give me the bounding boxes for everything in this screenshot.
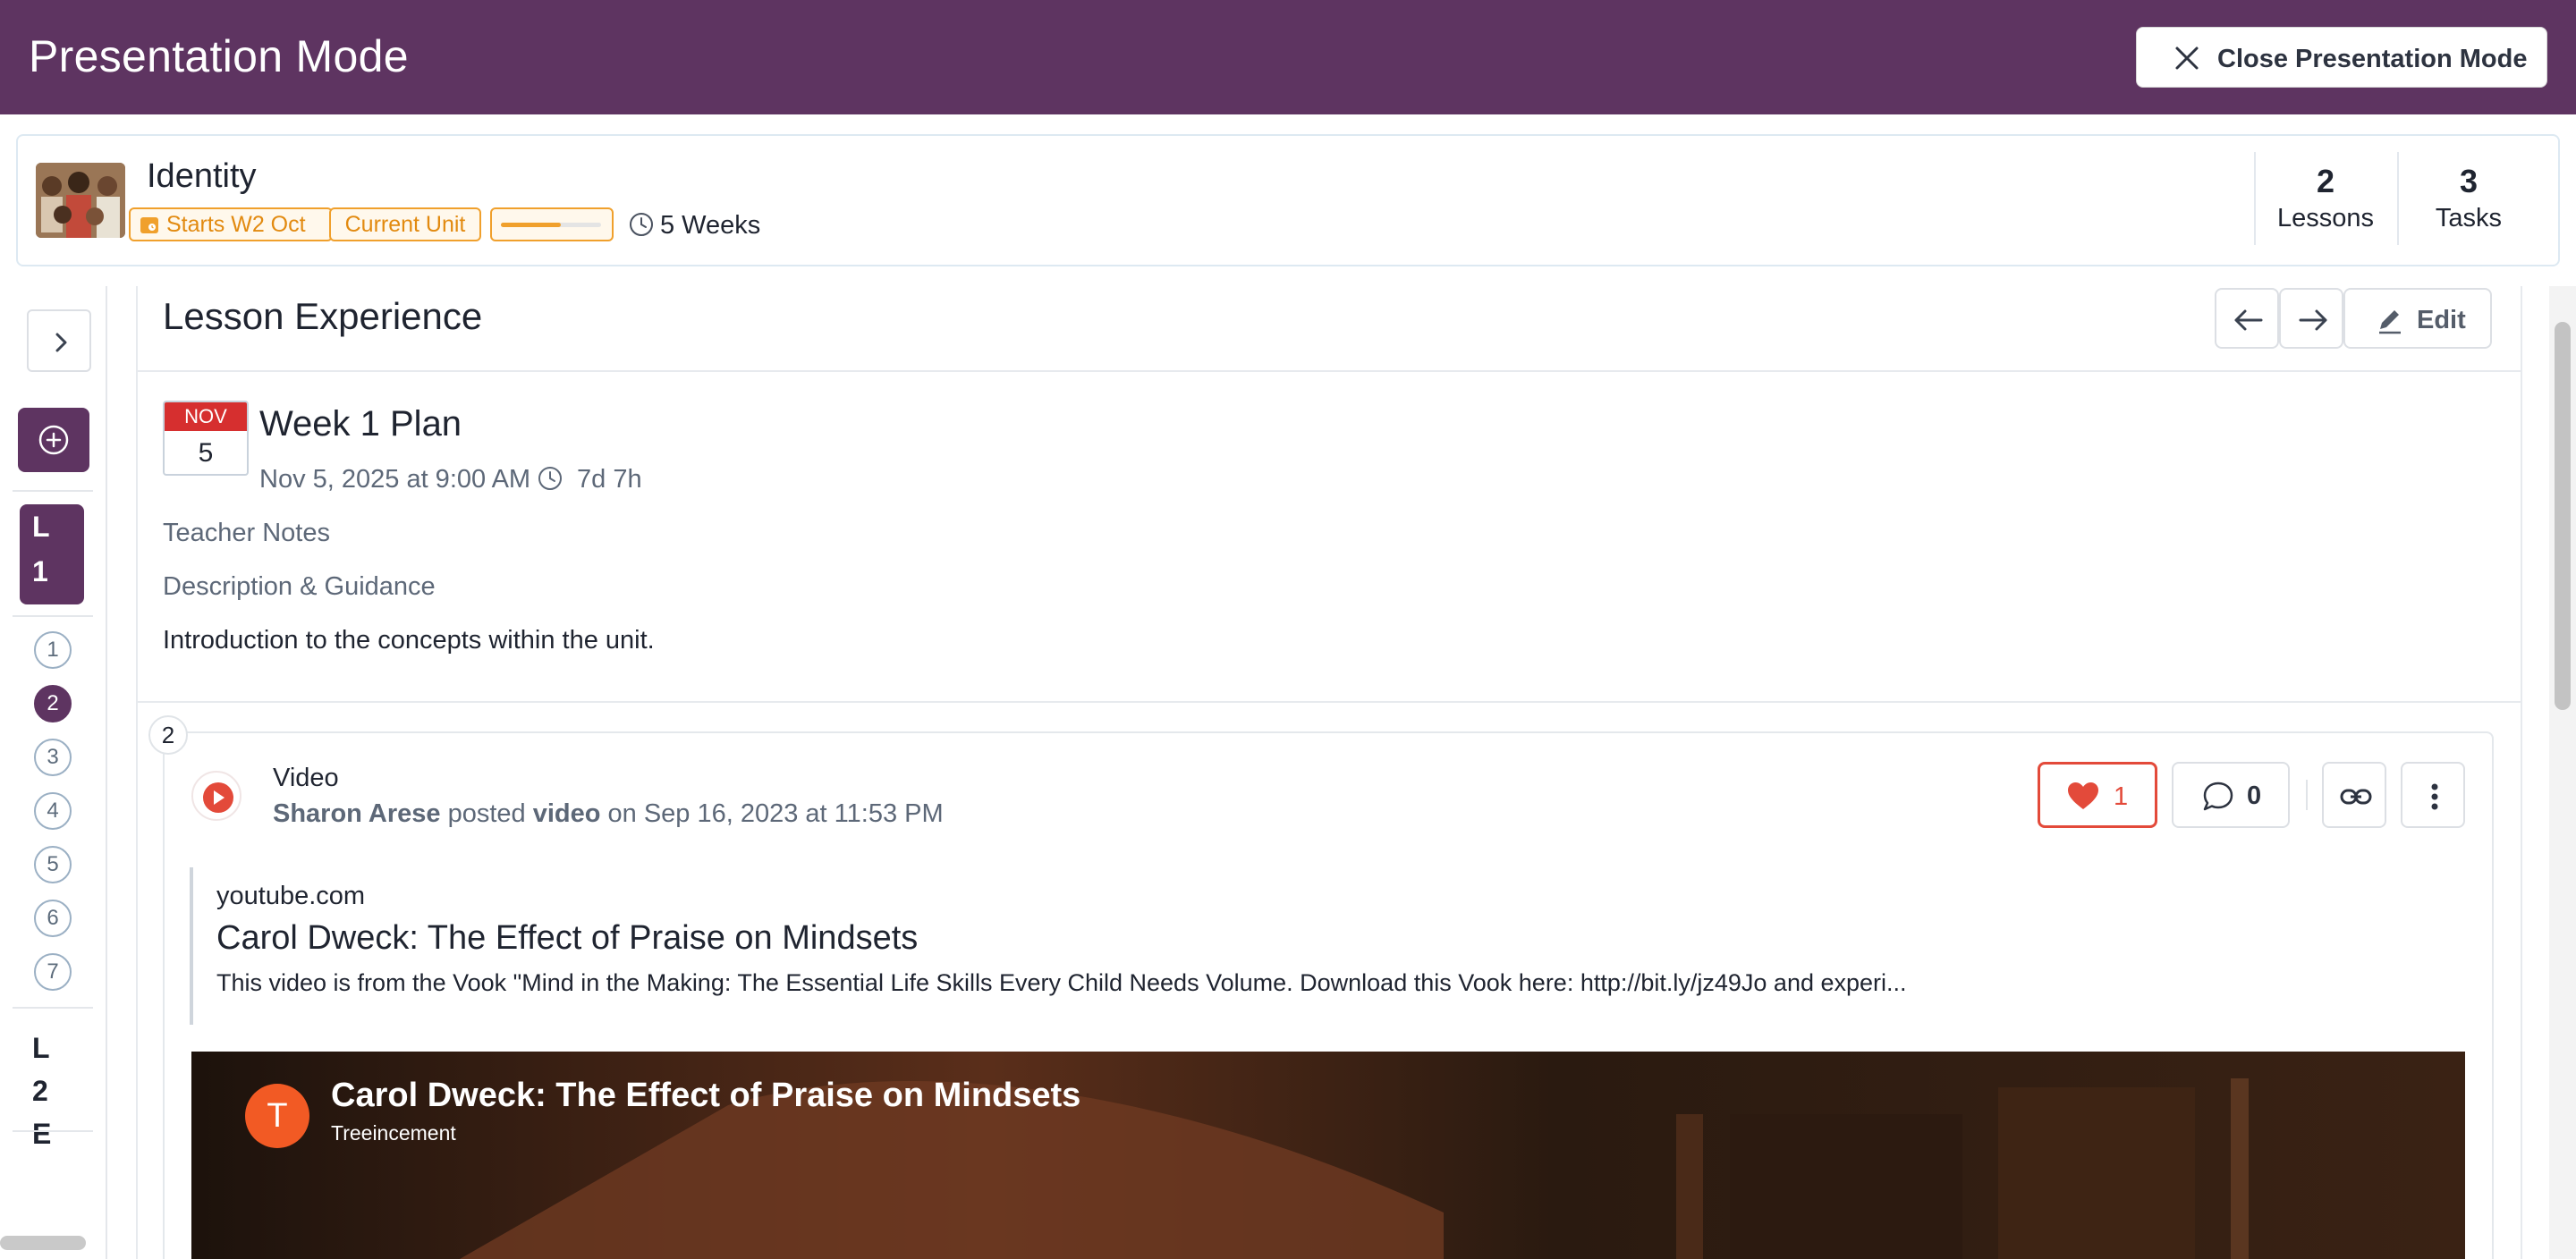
plan-duration: 7d 7h: [577, 465, 642, 494]
edit-label: Edit: [2417, 306, 2466, 334]
rail-divider: [13, 1007, 93, 1009]
current-unit-label: Current Unit: [344, 211, 466, 237]
starts-chip: Starts W2 Oct: [129, 207, 333, 241]
lesson-step-2[interactable]: 2: [34, 685, 72, 722]
rail-divider: [13, 1130, 93, 1132]
unit-progress: [490, 207, 614, 241]
lesson-step-4[interactable]: 4: [34, 792, 72, 830]
lesson-step-7[interactable]: 7: [34, 953, 72, 991]
link-title[interactable]: Carol Dweck: The Effect of Praise on Min…: [216, 919, 918, 958]
section-title: Lesson Experience: [163, 295, 483, 337]
close-icon: [2175, 46, 2199, 70]
expand-rail-button[interactable]: [27, 309, 91, 372]
like-button[interactable]: 1: [2038, 762, 2157, 828]
like-count: 1: [2114, 782, 2129, 811]
stat-divider: [2254, 152, 2256, 245]
link-icon: [2340, 789, 2372, 805]
rail-horizontal-scrollbar[interactable]: [0, 1236, 86, 1250]
previous-button[interactable]: [2215, 288, 2279, 349]
tasks-label: Tasks: [2435, 204, 2503, 232]
lesson-step-3[interactable]: 3: [34, 739, 72, 776]
lesson-step-5[interactable]: 5: [34, 846, 72, 883]
progress-track: [501, 223, 601, 227]
lesson-step-1[interactable]: 1: [34, 631, 72, 669]
more-options-button[interactable]: [2401, 762, 2465, 828]
video-post-icon: [191, 771, 242, 821]
post-verb: posted: [447, 799, 526, 828]
section-divider: [136, 701, 2522, 703]
description-label[interactable]: Description & Guidance: [163, 572, 436, 602]
tasks-count: 3: [2459, 163, 2479, 199]
close-presentation-button[interactable]: Close Presentation Mode: [2136, 27, 2547, 88]
starts-chip-label: Starts W2 Oct: [166, 211, 306, 237]
heart-icon: [2068, 782, 2098, 809]
lesson-intro-text: Introduction to the concepts within the …: [163, 626, 655, 655]
unit-thumbnail: [36, 163, 125, 238]
next-button[interactable]: [2279, 288, 2343, 349]
post-object: video: [532, 799, 601, 828]
chevron-right-icon: [55, 333, 67, 352]
progress-fill: [501, 223, 562, 227]
section-divider: [136, 370, 2522, 372]
unit-duration: 5 Weeks: [660, 211, 761, 240]
edit-button[interactable]: Edit: [2343, 288, 2492, 349]
date-day: 5: [198, 438, 214, 468]
lesson-step-6[interactable]: 6: [34, 900, 72, 937]
comment-count: 0: [2247, 782, 2262, 810]
rail-divider: [13, 615, 93, 617]
channel-avatar[interactable]: T: [245, 1084, 309, 1148]
action-divider: [2306, 780, 2308, 810]
post-author[interactable]: Sharon Arese: [273, 799, 441, 828]
unit-title: Identity: [147, 157, 257, 195]
comment-button[interactable]: 0: [2172, 762, 2290, 828]
date-month: NOV: [165, 402, 247, 431]
page-title: Presentation Mode: [29, 31, 409, 81]
main-scrollbar-thumb[interactable]: [2555, 322, 2571, 710]
video-player[interactable]: T Carol Dweck: The Effect of Praise on M…: [191, 1052, 2465, 1259]
plus-circle-icon: [38, 425, 69, 455]
lesson-1-tab[interactable]: L 1 E: [20, 504, 84, 632]
link-description: This video is from the Vook "Mind in the…: [216, 969, 1907, 996]
clock-icon: [538, 467, 562, 490]
pencil-icon: [2379, 310, 2401, 334]
lessons-count: 2: [2316, 163, 2335, 199]
add-lesson-button[interactable]: [18, 408, 89, 472]
lesson-2-tab[interactable]: L 2 E: [20, 1027, 84, 1150]
post-number: 2: [148, 715, 188, 755]
post-meta: Sharon Arese posted video on Sep 16, 202…: [273, 799, 944, 829]
more-vertical-icon: [2431, 783, 2438, 810]
close-presentation-label: Close Presentation Mode: [2217, 45, 2528, 73]
video-title[interactable]: Carol Dweck: The Effect of Praise on Min…: [331, 1077, 1080, 1115]
post-timestamp: on Sep 16, 2023 at 11:53 PM: [607, 799, 944, 828]
current-unit-chip: Current Unit: [329, 207, 481, 241]
post-type: Video: [273, 764, 339, 792]
plan-datetime: Nov 5, 2025 at 9:00 AM: [259, 465, 531, 494]
comment-icon: [2203, 782, 2233, 811]
arrow-right-icon: [2299, 309, 2327, 331]
lessons-label: Lessons: [2276, 204, 2374, 232]
link-preview-bar: [190, 867, 193, 1025]
rail-divider: [13, 490, 93, 492]
arrow-left-icon: [2234, 309, 2263, 331]
date-badge: NOV 5: [163, 401, 249, 476]
calendar-icon: [140, 217, 158, 233]
clock-icon: [630, 213, 653, 236]
teacher-notes-label[interactable]: Teacher Notes: [163, 519, 330, 548]
presentation-header: Presentation Mode Close Presentation Mod…: [0, 0, 2576, 114]
copy-link-button[interactable]: [2322, 762, 2386, 828]
play-icon: [203, 782, 233, 813]
video-channel[interactable]: Treeincement: [331, 1121, 456, 1145]
unit-summary-bar: Identity: [16, 134, 2560, 266]
plan-title: Week 1 Plan: [259, 404, 462, 444]
link-domain: youtube.com: [216, 882, 366, 910]
stat-divider: [2397, 152, 2399, 245]
